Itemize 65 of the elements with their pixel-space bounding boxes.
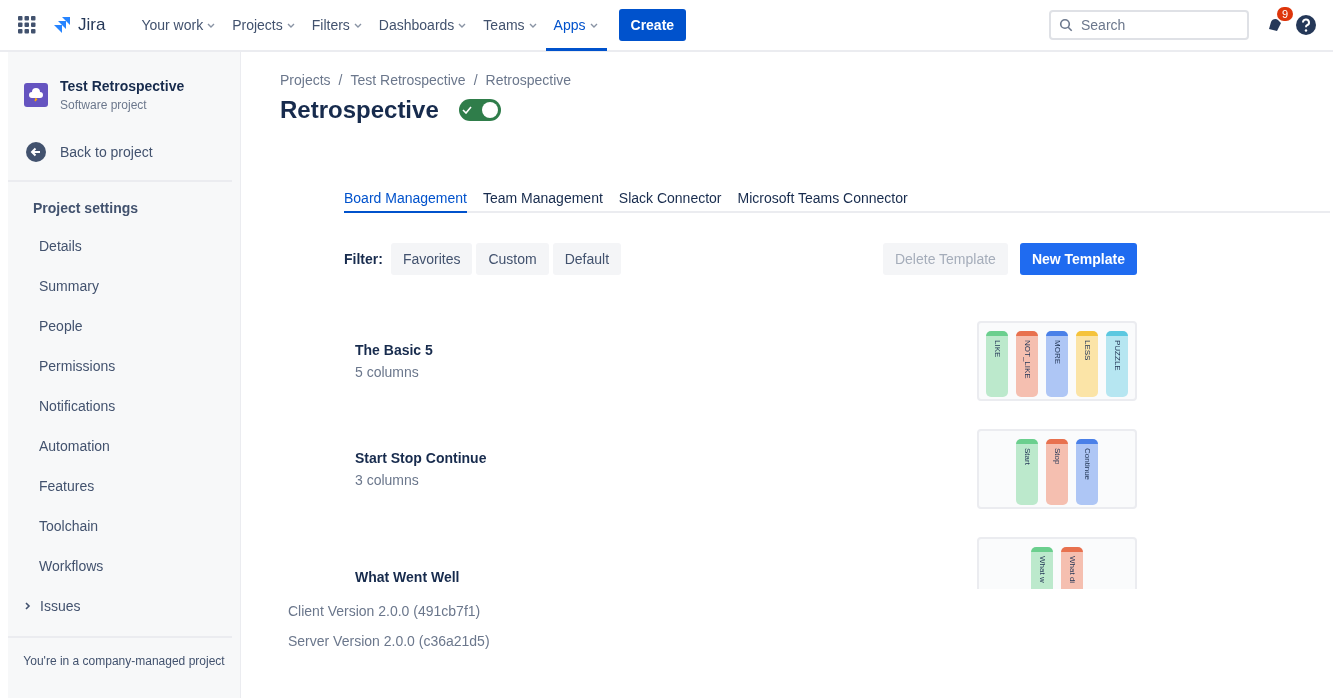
chevron-icon [24, 601, 32, 611]
column-label: LIKE [992, 340, 1002, 360]
column-label: Stop [1052, 448, 1062, 467]
nav-item[interactable]: Dashboards [370, 1, 476, 51]
new-template-button[interactable]: New Template [1019, 243, 1137, 275]
template-name[interactable]: Start Stop Continue [355, 450, 487, 466]
sidebar-item[interactable]: Details [8, 226, 240, 266]
tab[interactable]: Microsoft Teams Connector [737, 186, 908, 213]
column-label: Continue [1082, 448, 1092, 483]
breadcrumb-separator: / [338, 72, 343, 88]
column-label: Start [1022, 448, 1032, 467]
tab[interactable]: Team Management [482, 186, 603, 213]
template-column-count: 5 columns [355, 364, 420, 380]
project-type-note: You're in a company-managed project [22, 653, 226, 670]
column-label: MORE [1052, 340, 1062, 366]
template-column-count: 3 columns [355, 472, 420, 488]
breadcrumb-link[interactable]: Test Retrospective [350, 72, 466, 88]
sidebar-item[interactable]: Automation [8, 426, 240, 466]
page-title: Retrospective [280, 96, 439, 124]
tab[interactable]: Slack Connector [618, 186, 722, 213]
search-field[interactable]: Search [1049, 10, 1249, 40]
tab[interactable]: Board Management [344, 186, 467, 213]
enable-toggle[interactable] [458, 99, 501, 121]
help-icon[interactable] [1295, 14, 1317, 36]
nav-item[interactable]: Projects [224, 1, 304, 51]
column-label: NOT_LIKE [1022, 340, 1032, 381]
sidebar-heading: Project settings [32, 199, 140, 218]
sidebar-item[interactable]: Toolchain [8, 506, 240, 546]
column-label: LESS [1082, 340, 1092, 363]
back-to-project-link[interactable]: Back to project [8, 134, 240, 170]
project-name: Test Retrospective [60, 78, 185, 94]
filter-button[interactable]: Default [552, 243, 622, 275]
search-icon [1059, 18, 1073, 32]
product-name: Jira [78, 15, 106, 35]
breadcrumb-separator: / [473, 72, 478, 88]
nav-item[interactable]: Teams [475, 1, 546, 51]
sidebar-item[interactable]: Workflows [8, 546, 240, 586]
app-grid-icon[interactable] [18, 16, 36, 34]
create-button[interactable]: Create [618, 9, 687, 41]
sidebar-item[interactable]: Summary [8, 266, 240, 306]
version-text: Client Version 2.0.0 (491cb7f1) [288, 603, 482, 619]
template-name[interactable]: What Went Well [355, 569, 460, 585]
version-text: Server Version 2.0.0 (c36a21d5) [288, 633, 491, 649]
notification-count: 9 [1276, 7, 1293, 21]
filter-button[interactable]: Custom [476, 243, 549, 275]
sidebar-item[interactable]: People [8, 306, 240, 346]
filter-button[interactable]: Favorites [390, 243, 473, 275]
template-name[interactable]: The Basic 5 [355, 342, 433, 358]
column-label: What w [1037, 556, 1047, 585]
breadcrumb-link[interactable]: Retrospective [485, 72, 572, 88]
project-avatar-icon [24, 83, 48, 107]
filter-label: Filter: [344, 251, 383, 267]
column-label: What di [1067, 556, 1077, 586]
sidebar-item[interactable]: Notifications [8, 386, 240, 426]
sidebar-item[interactable]: Features [8, 466, 240, 506]
nav-item[interactable]: Apps [545, 1, 607, 51]
project-type: Software project [60, 98, 148, 112]
column-label: PUZZLE [1112, 340, 1122, 373]
checkmark-icon [461, 106, 472, 114]
nav-item[interactable]: Filters [303, 1, 371, 51]
sidebar-item[interactable]: Permissions [8, 346, 240, 386]
jira-logo-icon[interactable] [52, 15, 72, 35]
breadcrumb-link[interactable]: Projects [280, 72, 331, 88]
nav-item[interactable]: Your work [133, 1, 225, 51]
sidebar-item[interactable]: Issues [8, 586, 240, 626]
